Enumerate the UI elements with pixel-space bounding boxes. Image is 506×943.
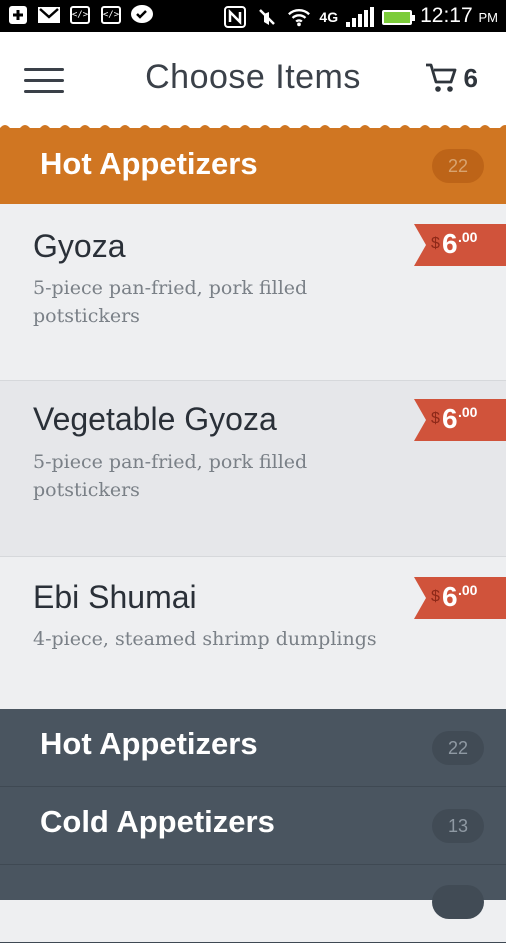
app-header: Choose Items 6 [0, 32, 506, 128]
price-tag[interactable]: $ 6 .00 [414, 399, 506, 441]
item-name: Vegetable Gyoza [33, 401, 277, 437]
category-row-count [432, 885, 484, 919]
cart-icon [425, 63, 456, 92]
code-icon: </> [99, 4, 123, 26]
time-text: 12:17 [420, 4, 473, 27]
price-cents: .00 [458, 404, 478, 420]
price-cents: .00 [458, 229, 478, 245]
item-name: Gyoza [33, 228, 126, 264]
category-row-partial[interactable] [0, 865, 506, 943]
system-icons: 4G 12:17 PM [223, 4, 498, 30]
cart-count: 6 [463, 62, 478, 93]
category-row-cold-appetizers[interactable]: Cold Appetizers 13 [0, 787, 506, 865]
category-count-badge: 22 [432, 149, 484, 183]
menu-item-gyoza[interactable]: Gyoza 5-piece pan-fried, pork filled pot… [0, 204, 506, 381]
price-amount: 6 [442, 581, 458, 612]
category-header[interactable]: Hot Appetizers 22 [0, 128, 506, 204]
status-time: 12:17 PM [420, 4, 498, 30]
menu-item-vegetable-gyoza[interactable]: Vegetable Gyoza 5-piece pan-fried, pork … [0, 381, 506, 557]
price-tag[interactable]: $ 6 .00 [414, 224, 506, 266]
item-description: 5-piece pan-fried, pork filled potsticke… [33, 451, 308, 501]
category-row-count: 13 [432, 809, 484, 843]
network-4g-icon: 4G [319, 9, 339, 25]
ampm-text: PM [478, 10, 499, 25]
gmail-icon [37, 4, 61, 26]
menu-item-ebi-shumai[interactable]: Ebi Shumai 4-piece, steamed shrimp dumpl… [0, 557, 506, 709]
price-currency: $ [431, 235, 440, 252]
mute-icon [255, 6, 279, 28]
category-row-hot-appetizers[interactable]: Hot Appetizers 22 [0, 709, 506, 787]
wifi-icon [287, 6, 311, 28]
category-list: Hot Appetizers 22 Cold Appetizers 13 [0, 709, 506, 943]
cart-button[interactable]: 6 [424, 62, 478, 94]
item-name: Ebi Shumai [33, 579, 197, 615]
category-title: Hot Appetizers [40, 146, 258, 181]
price-currency: $ [431, 588, 440, 605]
status-bar: </> </> 4G 12:17 PM [0, 0, 506, 32]
price-amount: 6 [442, 403, 458, 434]
chat-check-icon [130, 4, 154, 26]
price-currency: $ [431, 410, 440, 427]
item-description: 4-piece, steamed shrimp dumplings [33, 628, 377, 650]
item-description: 5-piece pan-fried, pork filled potsticke… [33, 277, 308, 327]
price-amount: 6 [442, 228, 458, 259]
price-cents: .00 [458, 582, 478, 598]
notification-icons: </> </> [6, 4, 154, 26]
price-tag[interactable]: $ 6 .00 [414, 577, 506, 619]
category-row-count: 22 [432, 731, 484, 765]
code-icon: </> [68, 4, 92, 26]
scallop-divider [0, 125, 506, 132]
category-row-title: Hot Appetizers [40, 726, 258, 761]
nfc-icon [223, 6, 247, 28]
battery-icon [382, 9, 416, 25]
category-row-title: Cold Appetizers [40, 804, 275, 839]
plus-icon [6, 4, 30, 26]
signal-icon [346, 7, 375, 27]
